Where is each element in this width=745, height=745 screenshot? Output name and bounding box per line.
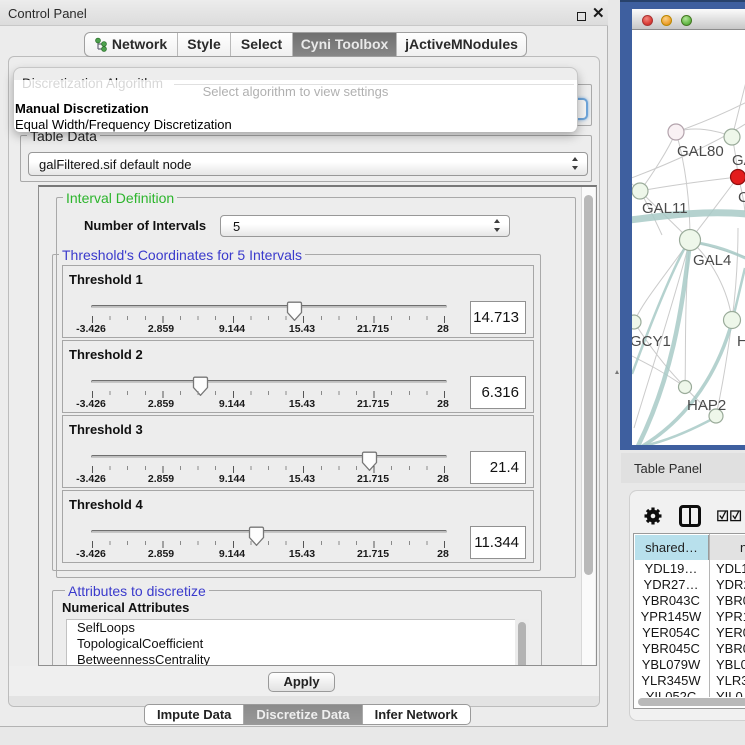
svg-text:GCY1: GCY1 xyxy=(632,333,671,350)
svg-text:HAP2: HAP2 xyxy=(687,397,726,414)
svg-text:C: C xyxy=(738,189,745,206)
svg-text:GAL11: GAL11 xyxy=(642,200,688,217)
svg-text:H: H xyxy=(737,333,745,350)
svg-text:GAL4: GAL4 xyxy=(693,252,731,269)
svg-text:GAL80: GAL80 xyxy=(677,143,724,160)
svg-text:GA: GA xyxy=(732,152,745,169)
